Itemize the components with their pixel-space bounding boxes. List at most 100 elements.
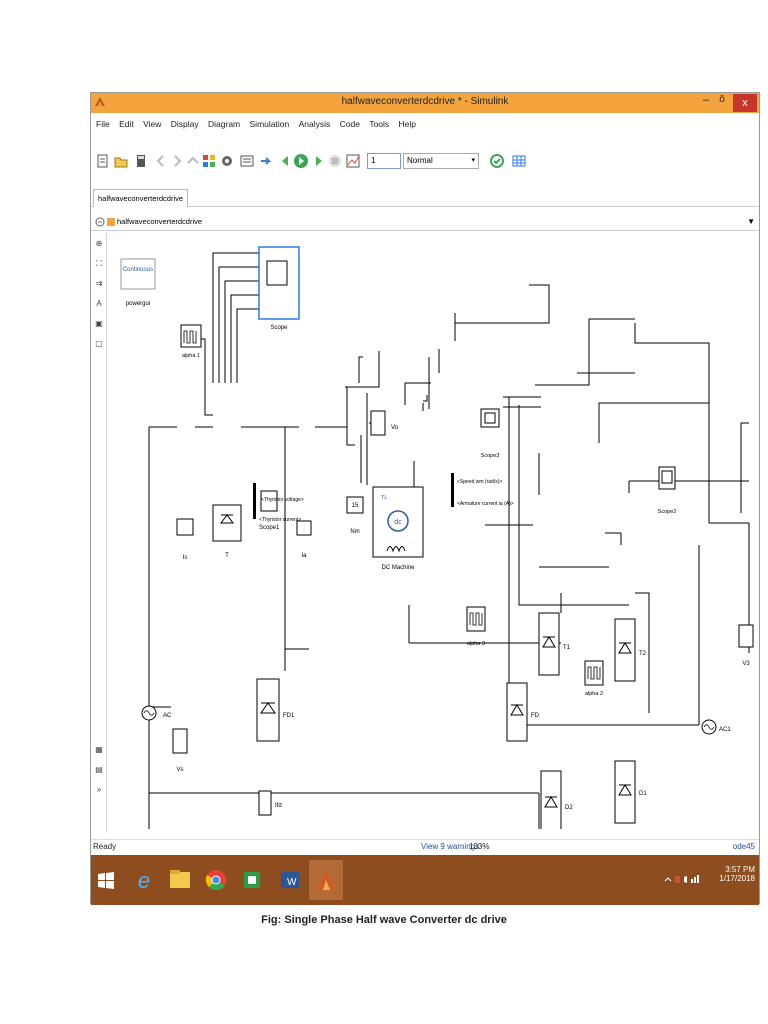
explorer-bar-icon[interactable]: ▦ (94, 745, 104, 755)
tab-model[interactable]: halfwaveconverterdcdrive (93, 189, 189, 207)
windows-taskbar: e W 3:57 PM 1/17/2018 (91, 855, 759, 905)
alpha1-label: alpha 1 (182, 353, 200, 359)
diagram-canvas[interactable]: Continuous powergui Scope alpha 1 Vo Sco… (109, 233, 759, 829)
up-arrow-icon[interactable] (185, 153, 201, 169)
zoom-level: 103% (469, 842, 490, 851)
menu-help[interactable]: Help (399, 115, 416, 133)
is-ammeter-block[interactable] (176, 518, 194, 536)
new-model-icon[interactable] (95, 153, 111, 169)
simulation-mode-select[interactable]: Normal ▾ (403, 153, 479, 169)
scope1-label: Scope1 (259, 525, 280, 531)
zoom-icon[interactable]: ⊕ (94, 239, 104, 249)
menu-view[interactable]: View (143, 115, 161, 133)
save-icon[interactable] (133, 153, 149, 169)
annotation-icon[interactable]: A (94, 299, 104, 309)
step-back-icon[interactable] (277, 153, 293, 169)
breadcrumb[interactable]: halfwaveconverterdcdrive (117, 213, 202, 231)
forward-arrow-icon[interactable] (169, 153, 185, 169)
menu-diagram[interactable]: Diagram (208, 115, 240, 133)
fd-diode-block[interactable] (506, 682, 528, 742)
menu-display[interactable]: Display (171, 115, 199, 133)
menu-tools[interactable]: Tools (369, 115, 389, 133)
v3-voltmeter-block[interactable] (738, 624, 754, 648)
step-forward-icon[interactable] (311, 153, 327, 169)
file-explorer-icon[interactable] (163, 860, 197, 900)
model-icon (107, 218, 115, 226)
ia-ammeter-block[interactable] (296, 520, 312, 536)
vo-label: Vo (391, 425, 399, 431)
model-tab-strip: halfwaveconverterdcdrive (91, 189, 759, 207)
run-icon[interactable] (293, 153, 309, 169)
clock-date[interactable]: 1/17/2018 (719, 874, 755, 883)
solver-link[interactable]: ode45 (733, 842, 755, 851)
thyristor-t2-block[interactable] (614, 618, 636, 682)
stop-time-input[interactable]: 1 (367, 153, 401, 169)
ifd-ammeter-block[interactable] (258, 790, 272, 816)
menu-code[interactable]: Code (340, 115, 360, 133)
powergui-label: powergui (126, 301, 150, 307)
fd1-diode-block[interactable] (256, 678, 280, 742)
ia-label: Ia (301, 553, 307, 559)
ifd-label: Ifd (275, 803, 282, 809)
vs-label: Vs (176, 767, 183, 773)
scope-label: Scope (270, 325, 288, 331)
stop-icon[interactable] (327, 153, 343, 169)
table-grid-icon[interactable] (511, 153, 527, 169)
internet-explorer-icon[interactable]: e (127, 860, 161, 900)
signal-record-icon[interactable] (345, 153, 361, 169)
d1-label: D1 (639, 791, 647, 797)
back-arrow-icon[interactable] (153, 153, 169, 169)
v3-label: V3 (742, 661, 750, 667)
menu-analysis[interactable]: Analysis (299, 115, 331, 133)
simulation-mode-value: Normal (407, 156, 433, 165)
status-text: Ready (93, 842, 117, 851)
settings-gear-icon[interactable] (219, 153, 235, 169)
scope2-label: Scope2 (658, 509, 677, 515)
expand-chevron-icon[interactable]: » (94, 785, 104, 795)
menu-edit[interactable]: Edit (119, 115, 134, 133)
matlab-taskbar-icon[interactable] (309, 860, 343, 900)
start-windows-icon[interactable] (95, 860, 117, 900)
hide-browser-icon[interactable] (95, 217, 105, 227)
close-button[interactable]: x (733, 94, 757, 112)
armature-signal-label: <Armature current ia (A)> (457, 501, 514, 507)
debug-icon[interactable] (259, 153, 275, 169)
image-icon[interactable]: ▣ (94, 319, 104, 329)
fd-label: FD (531, 713, 540, 719)
tl-port-label: TL (381, 495, 387, 501)
vs-voltmeter-block[interactable] (172, 728, 188, 754)
t2-label: T2 (639, 651, 647, 657)
tray-icons[interactable] (663, 873, 703, 885)
clock-time[interactable]: 3:57 PM (719, 865, 755, 874)
fd1-label: FD1 (283, 713, 295, 719)
menu-file[interactable]: File (96, 115, 110, 133)
model-info-icon[interactable]: ▤ (94, 765, 104, 775)
thyristor-voltage-signal: <Thyristor voltage> (261, 497, 304, 503)
thyristor-t1-block[interactable] (538, 612, 560, 676)
thyristor-t-label: T (225, 553, 229, 559)
model-explorer-icon[interactable] (239, 153, 255, 169)
check-icon[interactable] (489, 153, 505, 169)
title-bar: halfwaveconverterdcdrive * - Simulink – … (91, 93, 759, 113)
chrome-icon[interactable] (199, 860, 233, 900)
fit-view-icon[interactable]: ⛶ (94, 259, 104, 269)
library-browser-icon[interactable] (201, 153, 217, 169)
vo-voltmeter-block[interactable] (370, 410, 386, 436)
nm-label: Nm (350, 529, 359, 535)
word-icon[interactable]: W (273, 860, 307, 900)
dc-machine-label: DC Machine (381, 565, 415, 571)
diode-d1-block[interactable] (614, 760, 636, 824)
thyristor-current-signal: <Thyristor current> (259, 517, 301, 523)
address-dropdown-icon[interactable]: ▼ (747, 213, 755, 231)
connect-arrow-icon[interactable]: ⇉ (94, 279, 104, 289)
constant-value: 15 (352, 503, 359, 509)
minimize-button[interactable]: – (699, 94, 713, 110)
area-icon[interactable]: ▢ (94, 339, 104, 349)
svg-text:e: e (138, 868, 150, 893)
diode-d2-block[interactable] (540, 770, 562, 829)
alpha2-label: alpha 2 (585, 691, 603, 697)
menu-simulation[interactable]: Simulation (250, 115, 290, 133)
open-folder-icon[interactable] (113, 153, 129, 169)
store-app-icon[interactable] (235, 860, 269, 900)
maximize-button[interactable]: ō (715, 94, 729, 110)
